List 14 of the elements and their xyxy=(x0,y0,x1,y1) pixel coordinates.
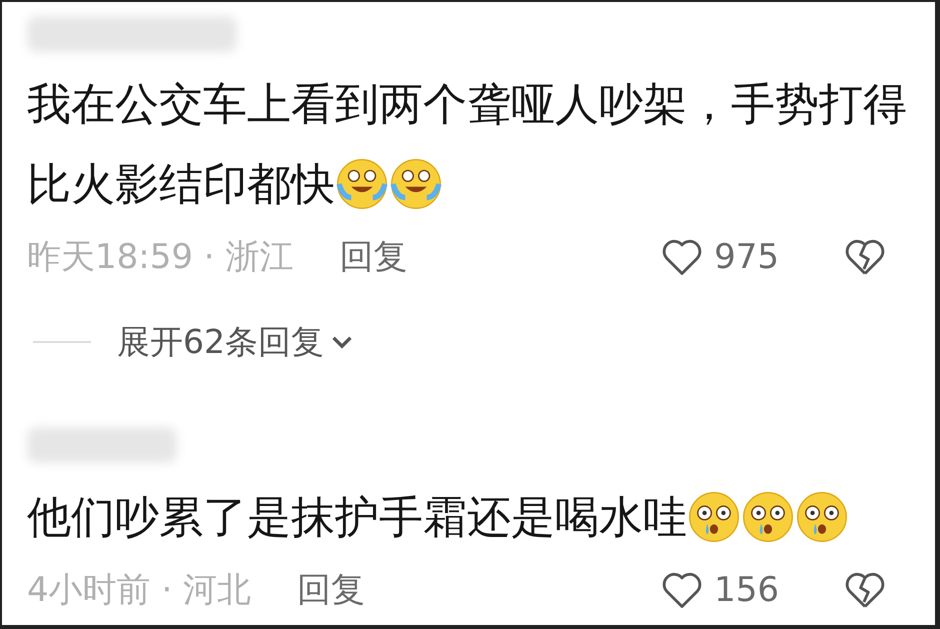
reply-link[interactable]: 回复 xyxy=(297,567,366,613)
comment-text: 我在公交车上看到两个聋哑人吵架，手势打得比火影结印都快 xyxy=(27,78,907,213)
comment-time: 4小时前 · 河北 xyxy=(27,569,252,612)
shocked-emoji-icon xyxy=(741,490,795,544)
shocked-emoji-icon xyxy=(795,490,849,544)
like-count: 975 xyxy=(714,237,779,277)
like-count: 156 xyxy=(714,570,779,610)
comment-text: 他们吵累了是抹护手霜还是喝水哇 xyxy=(27,478,907,558)
crying-emoji-icon xyxy=(389,157,443,211)
crying-emoji-icon xyxy=(335,157,389,211)
reply-link[interactable]: 回复 xyxy=(339,234,408,280)
shocked-emoji-icon xyxy=(687,490,741,544)
expand-replies-button[interactable]: 展开62条回复 xyxy=(117,320,356,364)
comment-time: 昨天18:59 · 浙江 xyxy=(27,236,294,279)
